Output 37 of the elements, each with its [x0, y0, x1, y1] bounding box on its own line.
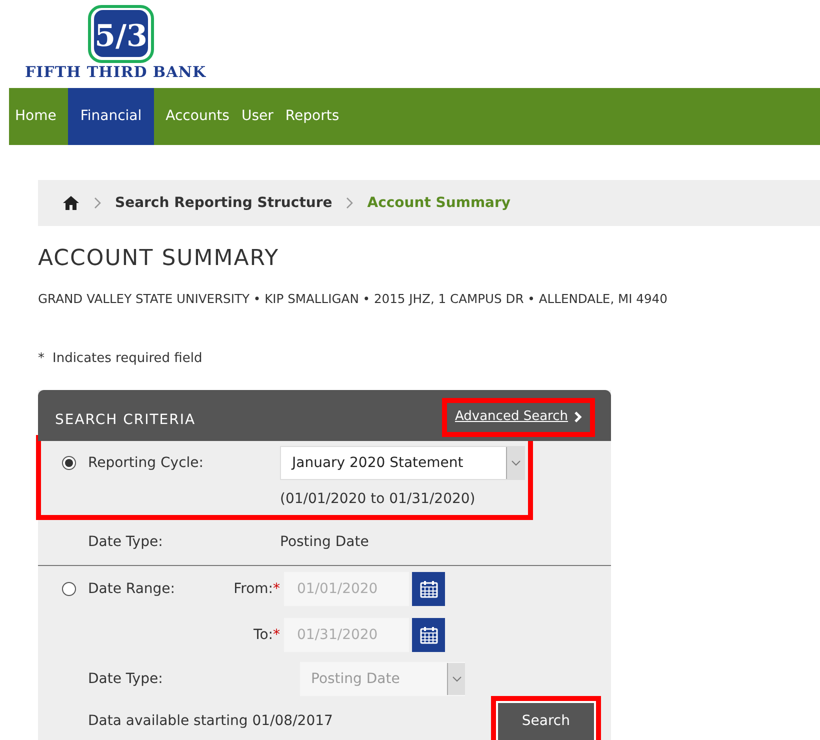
caret-icon: [506, 447, 524, 480]
field-label: Date Range:: [88, 580, 176, 599]
page-title: ACCOUNT SUMMARY: [38, 246, 280, 272]
date-range-text: (01/01/2020 to 01/31/2020): [280, 491, 476, 508]
nav-tab[interactable]: Accounts: [160, 88, 236, 145]
required-mark: *: [38, 350, 44, 368]
breadcrumb-current: Account Summary: [367, 194, 511, 212]
cycle-select[interactable]: January 2020 Statement: [280, 446, 525, 480]
logo-mark: 5/3: [88, 5, 154, 63]
field-value: Posting Date: [280, 533, 369, 552]
field-label: Date Type:: [88, 670, 164, 689]
breadcrumb-link[interactable]: Search Reporting Structure: [115, 192, 332, 214]
field-label: From:: [234, 580, 273, 597]
account-details: GRAND VALLEY STATE UNIVERSITY • KIP SMALLIGAN • 2015 JHZ, 1 CAMPUS DR • ALLENDALE, MI 4940: [38, 291, 668, 308]
chevron-icon: [574, 410, 582, 423]
calendar-icon[interactable]: [412, 572, 445, 606]
panel-title: SEARCH CRITERIA: [55, 411, 196, 430]
availability-note: Data available starting 01/08/2017: [88, 712, 333, 732]
field-label: To:: [254, 626, 273, 643]
required-note: Indicates required field: [52, 350, 202, 368]
field-label: Reporting Cycle:: [88, 454, 204, 473]
required-mark: *: [273, 626, 280, 643]
chevron-icon: [94, 197, 101, 209]
calendar-icon[interactable]: [412, 618, 445, 652]
chevron-icon: [346, 197, 354, 209]
radio-button[interactable]: [62, 456, 76, 470]
search-button[interactable]: Search: [496, 701, 596, 740]
field-label: Date Type:: [88, 533, 164, 552]
bank-name: FIFTH THIRD BANK: [25, 65, 206, 80]
nav-tab[interactable]: Home: [9, 88, 62, 145]
advanced-search-link[interactable]: Advanced Search: [446, 402, 590, 430]
nav-tab[interactable]: Financial: [68, 88, 154, 145]
home-icon[interactable]: [62, 195, 80, 211]
nav-tab[interactable]: Reports: [279, 88, 346, 145]
caret-icon: [447, 663, 465, 696]
required-mark: *: [273, 580, 280, 597]
nav-tab[interactable]: User: [235, 88, 280, 145]
